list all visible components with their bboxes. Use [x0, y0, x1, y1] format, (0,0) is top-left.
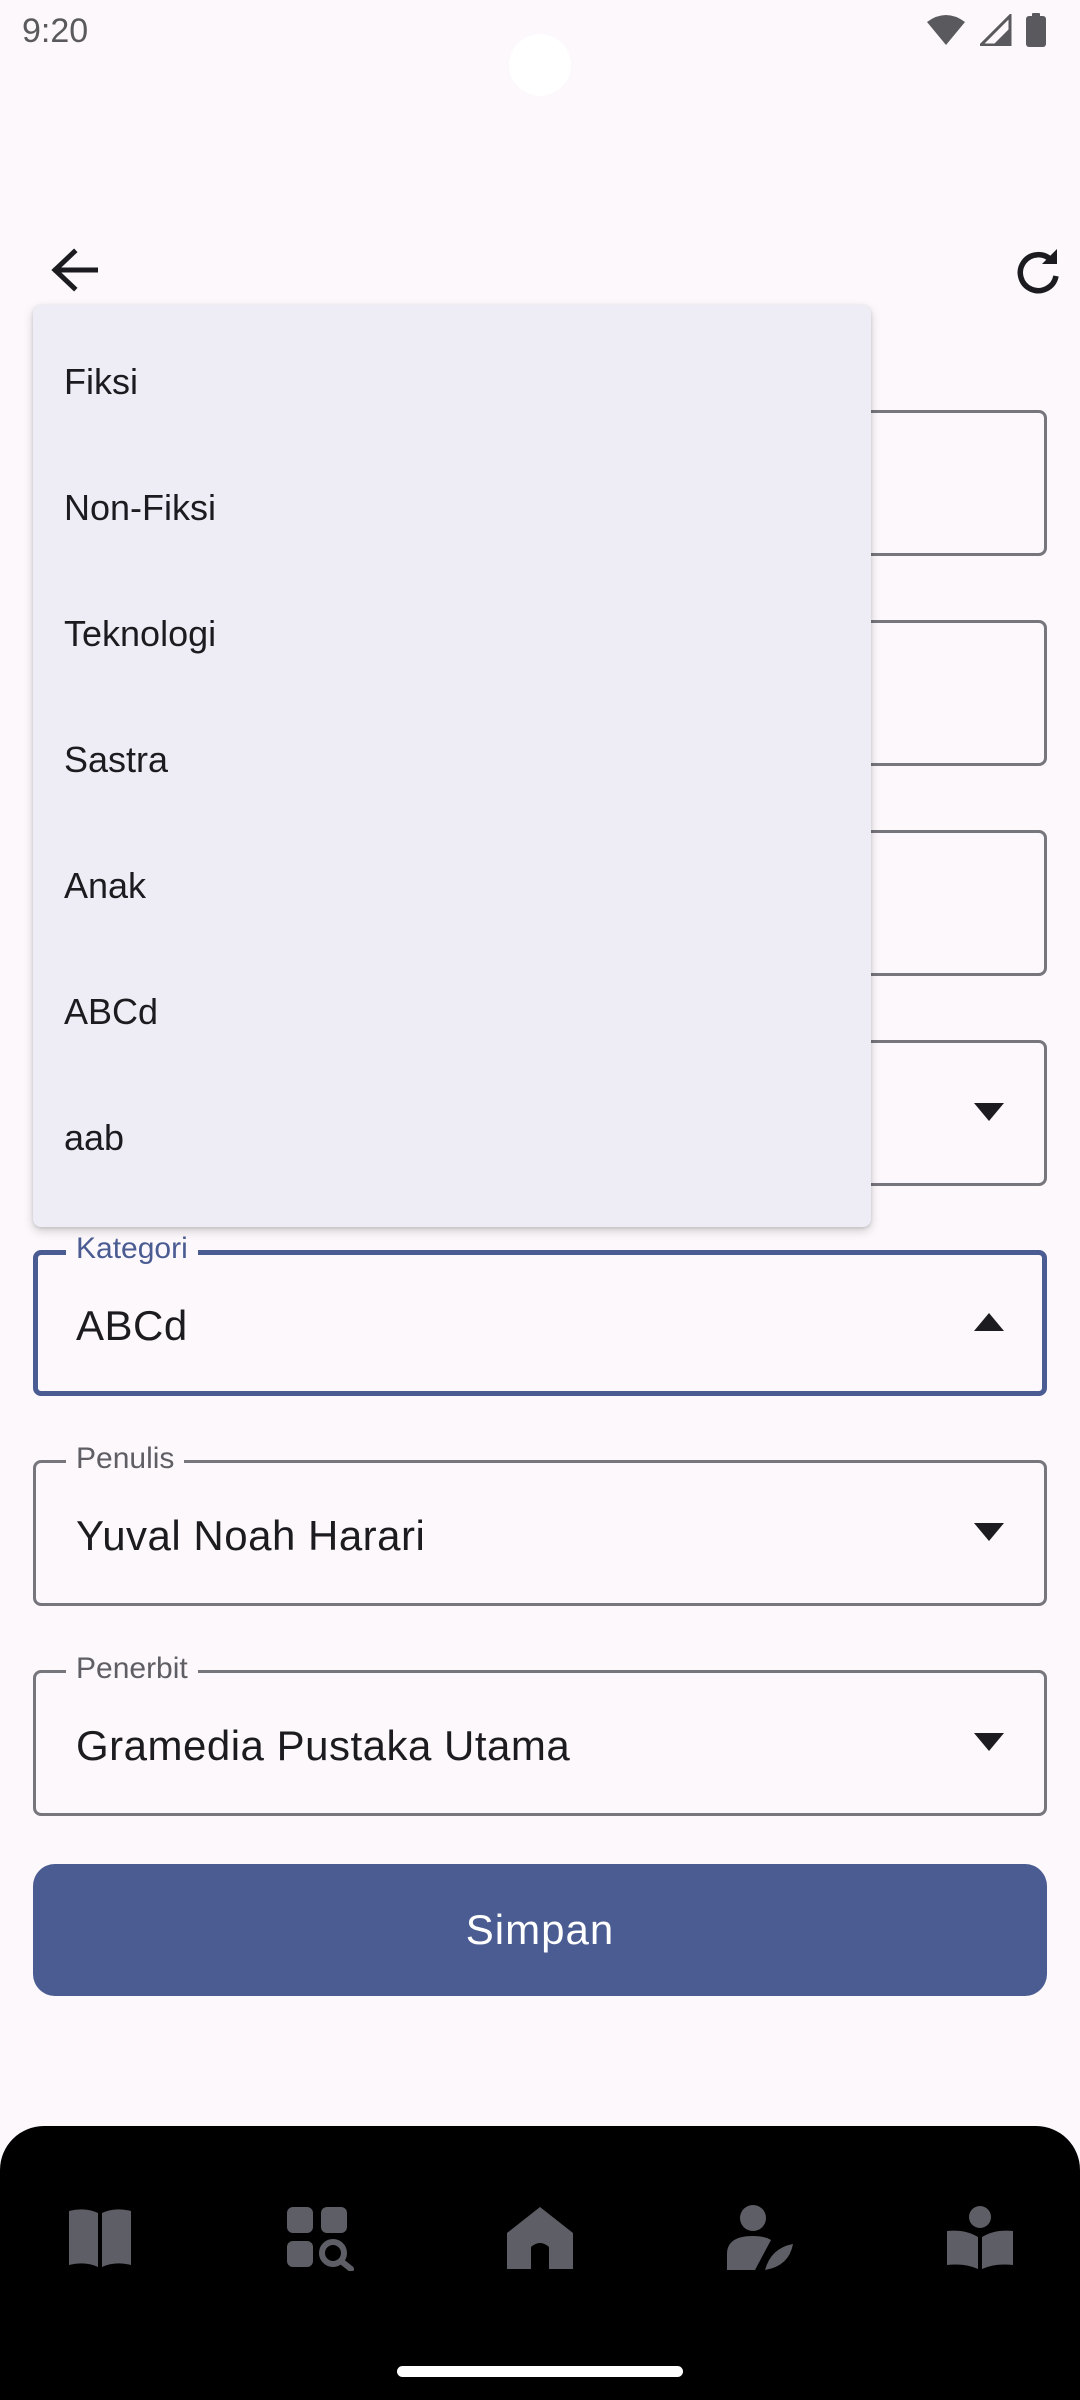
kategori-dropdown-menu: Fiksi Non-Fiksi Teknologi Sastra Anak AB…	[33, 305, 871, 1227]
reader-icon	[947, 2206, 1013, 2269]
penulis-label: Penulis	[66, 1441, 185, 1477]
status-icons	[926, 12, 1046, 48]
nav-readers[interactable]	[940, 2198, 1020, 2278]
menu-item-sastra[interactable]: Sastra	[33, 697, 871, 823]
refresh-icon	[1017, 249, 1059, 294]
author-icon	[727, 2205, 793, 2270]
camera-cutout	[509, 34, 571, 96]
kategori-value: ABCd	[76, 1302, 188, 1349]
kategori-label: Kategori	[66, 1231, 198, 1267]
wifi-icon	[927, 15, 965, 45]
book-icon	[69, 2209, 131, 2267]
dropdown-arrow-icon	[974, 1733, 1004, 1751]
nav-authors[interactable]	[720, 2198, 800, 2278]
dropdown-arrow-up-icon	[974, 1313, 1004, 1331]
signal-icon	[980, 14, 1012, 46]
back-button[interactable]	[44, 240, 104, 300]
penulis-select[interactable]: Penulis Yuval Noah Harari	[33, 1441, 1047, 1606]
home-icon	[507, 2207, 573, 2269]
save-button[interactable]: Simpan	[33, 1864, 1047, 1996]
penerbit-value: Gramedia Pustaka Utama	[76, 1722, 571, 1769]
category-search-icon	[287, 2207, 354, 2271]
penulis-value: Yuval Noah Harari	[76, 1512, 426, 1559]
menu-item-teknologi[interactable]: Teknologi	[33, 571, 871, 697]
menu-item-fiksi[interactable]: Fiksi	[33, 319, 871, 445]
penerbit-select[interactable]: Penerbit Gramedia Pustaka Utama	[33, 1651, 1047, 1816]
dropdown-arrow-icon	[974, 1523, 1004, 1541]
nav-home[interactable]	[500, 2198, 580, 2278]
bottom-navigation	[0, 2126, 1080, 2400]
status-bar: 9:20	[0, 0, 1080, 96]
nav-books[interactable]	[60, 2198, 140, 2278]
refresh-button[interactable]	[1006, 240, 1070, 304]
menu-item-abcd[interactable]: ABCd	[33, 949, 871, 1075]
arrow-back-icon	[51, 248, 98, 292]
kategori-select[interactable]: Kategori ABCd	[33, 1231, 1047, 1396]
menu-item-aab[interactable]: aab	[33, 1075, 871, 1201]
battery-icon	[1026, 13, 1046, 47]
menu-item-anak[interactable]: Anak	[33, 823, 871, 949]
dropdown-arrow-icon	[974, 1103, 1004, 1121]
nav-categories[interactable]	[280, 2198, 360, 2278]
menu-item-non-fiksi[interactable]: Non-Fiksi	[33, 445, 871, 571]
status-time: 9:20	[22, 12, 89, 50]
penerbit-label: Penerbit	[66, 1651, 198, 1687]
home-indicator[interactable]	[397, 2366, 683, 2377]
